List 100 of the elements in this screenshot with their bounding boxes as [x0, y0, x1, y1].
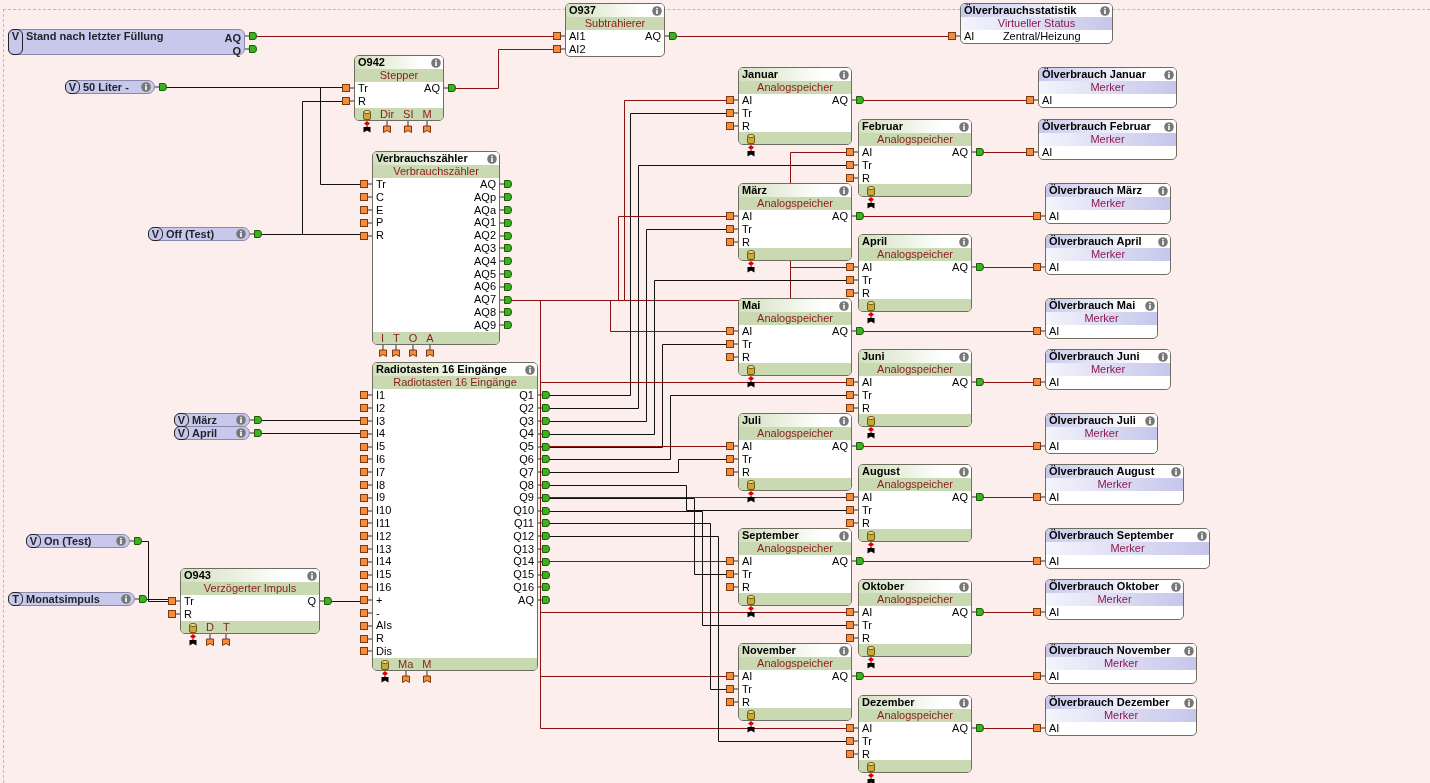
input-port[interactable]	[168, 610, 180, 619]
output-port[interactable]	[500, 282, 512, 291]
input-port[interactable]	[726, 672, 738, 681]
info-icon[interactable]	[116, 536, 126, 546]
output-port[interactable]	[972, 263, 984, 272]
marker-block[interactable]: Ölverbrauch Dezember Merker AI	[1045, 695, 1197, 736]
lock-pin[interactable]	[381, 670, 389, 683]
marker-block[interactable]: Ölverbrauchsstatistik Virtueller Status AI Zentral/Heizung	[960, 3, 1113, 44]
input-port[interactable]	[846, 391, 858, 400]
variable-block[interactable]: V April	[174, 426, 250, 440]
input-port[interactable]	[846, 634, 858, 642]
parameter-pin[interactable]	[401, 670, 410, 683]
output-port[interactable]	[538, 532, 550, 541]
output-port[interactable]	[538, 391, 550, 400]
info-icon[interactable]	[1164, 69, 1174, 80]
output-port[interactable]	[538, 404, 550, 413]
output-port[interactable]	[500, 244, 512, 253]
info-icon[interactable]	[236, 415, 246, 425]
info-icon[interactable]	[1158, 351, 1168, 362]
input-port[interactable]	[553, 32, 565, 41]
input-port[interactable]	[846, 276, 858, 285]
input-port[interactable]	[846, 289, 858, 297]
lock-pin[interactable]	[747, 721, 755, 734]
info-icon[interactable]	[839, 415, 849, 426]
info-icon[interactable]	[1145, 415, 1155, 426]
info-icon[interactable]	[1197, 530, 1207, 541]
input-port[interactable]	[1033, 724, 1045, 733]
marker-block[interactable]: Ölverbrauch März Merker AI	[1045, 183, 1171, 224]
output-port[interactable]	[538, 506, 550, 515]
input-port[interactable]	[1033, 557, 1045, 566]
parameter-pin[interactable]	[404, 120, 413, 133]
info-icon[interactable]	[141, 82, 151, 92]
info-icon[interactable]	[839, 185, 849, 196]
function-block[interactable]: Verbrauchszähler Verbrauchszähler Tr AQ C AQp E AQa P AQ1 R AQ2 AQ3 AQ4 AQ5 AQ6 AQ7 AQ8 AQ9 I T O A	[372, 151, 500, 345]
input-port[interactable]	[360, 570, 372, 579]
marker-block[interactable]: Ölverbrauch Oktober Merker AI	[1045, 579, 1184, 620]
input-port[interactable]	[360, 647, 372, 656]
info-icon[interactable]	[959, 581, 969, 592]
input-port[interactable]	[846, 161, 858, 170]
input-port[interactable]	[1033, 672, 1045, 681]
output-port[interactable]	[444, 84, 456, 93]
input-port[interactable]	[726, 327, 738, 336]
info-icon[interactable]	[839, 69, 849, 80]
output-port[interactable]	[972, 148, 984, 157]
parameter-pin[interactable]	[423, 120, 432, 133]
lock-pin[interactable]	[747, 376, 755, 389]
output-port[interactable]	[852, 442, 864, 451]
input-port[interactable]	[360, 417, 372, 425]
marker-block[interactable]: Ölverbrauch Januar Merker AI	[1038, 67, 1177, 108]
input-port[interactable]	[726, 340, 738, 349]
input-port[interactable]	[1033, 442, 1045, 451]
input-port[interactable]	[846, 263, 858, 272]
input-port[interactable]	[360, 468, 372, 477]
output-port[interactable]	[972, 608, 984, 617]
info-icon[interactable]	[839, 300, 849, 311]
output-port[interactable]	[500, 218, 512, 227]
output-port[interactable]	[500, 269, 512, 278]
output-port[interactable]	[972, 724, 984, 733]
info-icon[interactable]	[525, 364, 535, 375]
output-port[interactable]	[538, 519, 550, 528]
input-port[interactable]	[726, 442, 738, 451]
output-port[interactable]	[538, 480, 550, 489]
output-port[interactable]	[500, 180, 512, 189]
input-port[interactable]	[1026, 148, 1038, 157]
input-port[interactable]	[846, 493, 858, 502]
input-port[interactable]	[360, 506, 372, 515]
input-port[interactable]	[726, 238, 738, 246]
output-port[interactable]	[538, 570, 550, 579]
input-port[interactable]	[726, 698, 738, 706]
info-icon[interactable]	[959, 697, 969, 708]
input-port[interactable]	[168, 597, 180, 606]
input-port[interactable]	[726, 353, 738, 361]
marker-block[interactable]: Ölverbrauch April Merker AI	[1045, 234, 1171, 275]
parameter-pin[interactable]	[383, 120, 392, 133]
output-port[interactable]	[538, 429, 550, 438]
info-icon[interactable]	[1100, 5, 1110, 16]
info-icon[interactable]	[236, 428, 246, 438]
lock-pin[interactable]	[867, 427, 875, 440]
marker-block[interactable]: Ölverbrauch August Merker AI	[1045, 464, 1184, 505]
info-icon[interactable]	[236, 229, 246, 239]
function-block[interactable]: Oktober Analogspeicher AI AQ Tr R	[858, 579, 972, 658]
input-port[interactable]	[726, 109, 738, 118]
function-block[interactable]: April Analogspeicher AI AQ Tr R	[858, 234, 972, 313]
input-port[interactable]	[846, 506, 858, 515]
info-icon[interactable]	[1171, 466, 1181, 477]
input-port[interactable]	[846, 608, 858, 617]
info-icon[interactable]	[839, 530, 849, 541]
output-port[interactable]	[972, 378, 984, 387]
info-icon[interactable]	[1184, 645, 1194, 656]
marker-block[interactable]: Ölverbrauch Juli Merker AI	[1045, 413, 1158, 454]
marker-block[interactable]: Ölverbrauch November Merker AI	[1045, 643, 1197, 684]
output-port[interactable]	[500, 257, 512, 266]
output-port[interactable]	[538, 455, 550, 464]
parameter-pin[interactable]	[222, 633, 231, 646]
output-port[interactable]	[320, 597, 332, 606]
output-port[interactable]	[852, 672, 864, 681]
lock-pin[interactable]	[747, 491, 755, 504]
input-port[interactable]	[360, 544, 372, 553]
input-port[interactable]	[360, 583, 372, 592]
input-port[interactable]	[846, 621, 858, 630]
